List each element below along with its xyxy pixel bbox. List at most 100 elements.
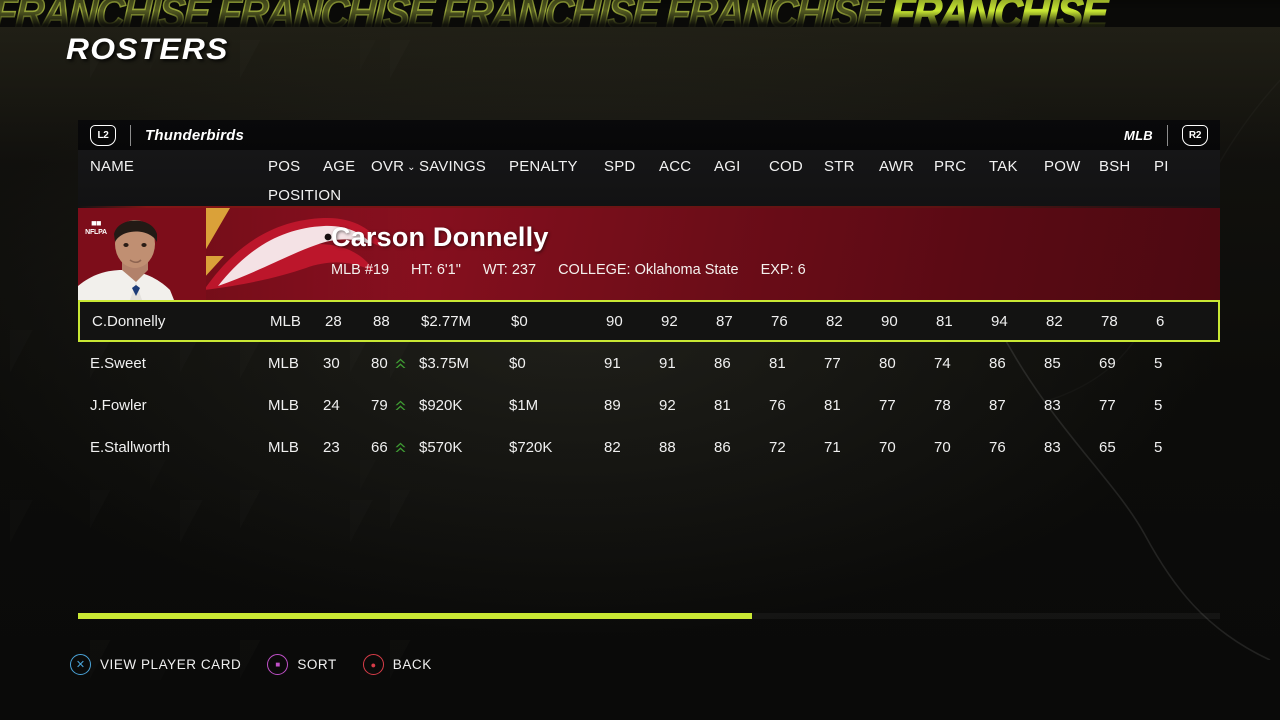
scrollbar-thumb[interactable] [78, 613, 752, 619]
cell-stat-pow: 82 [1046, 312, 1063, 330]
marquee-filled-text: FRANCHISE [889, 0, 1108, 27]
circle-button-icon[interactable]: ● [362, 654, 384, 675]
cell-stat-bsh: 78 [1101, 312, 1118, 330]
cell-stat-agi: 86 [714, 354, 731, 372]
column-header-penalty[interactable]: PENALTY [509, 158, 604, 175]
column-header-pi[interactable]: PI [1154, 158, 1209, 175]
cell-stat-spd: 82 [604, 438, 621, 456]
cell-overall-value: 80 [371, 354, 388, 372]
cell-savings: $2.77M [421, 312, 472, 330]
cell-stat-pi: 6 [1156, 312, 1165, 330]
cell-age: 23 [323, 438, 340, 456]
cell-stat-agi: 87 [716, 312, 733, 330]
cell-stat-pi: 5 [1154, 354, 1163, 372]
column-header-agi[interactable]: AGI [714, 158, 769, 175]
cell-stat-tak: 86 [989, 354, 1006, 372]
column-header-pow[interactable]: POW [1044, 158, 1099, 175]
cell-age: 30 [323, 354, 340, 372]
team-name-label: Thunderbirds [145, 126, 245, 144]
cell-stat-pow: 85 [1044, 354, 1061, 372]
column-header-acc[interactable]: ACC [659, 158, 714, 175]
column-header-bsh[interactable]: BSH [1099, 158, 1154, 175]
trending-up-icon [395, 400, 406, 410]
player-experience: EXP: 6 [760, 262, 806, 278]
cell-stat-str: 81 [824, 396, 841, 414]
legend-label: VIEW PLAYER CARD [100, 657, 242, 672]
roster-rows: C.Donnelly MLB 28 88 $2.77M $0 90 92 87 76 82 90 81 9… [78, 300, 1220, 468]
player-name: Carson Donnelly [331, 222, 549, 252]
cell-penalty: $0 [509, 354, 526, 372]
cell-penalty: $720K [509, 438, 553, 456]
cell-stat-bsh: 65 [1099, 438, 1116, 456]
square-button-icon[interactable]: ■ [267, 654, 289, 675]
cell-player-name: J.Fowler [90, 396, 147, 414]
column-header-name[interactable]: NAME [78, 158, 268, 175]
table-header-secondary-row: POSITION [78, 182, 1220, 208]
marquee-text: FRANCHISE FRANCHISE FRANCHISE FRANCHISE … [0, 0, 1108, 27]
cell-player-name: E.Stallworth [90, 438, 171, 456]
cell-stat-prc: 74 [934, 354, 951, 372]
table-row[interactable]: C.Donnelly MLB 28 88 $2.77M $0 90 92 87 76 82 90 81 9… [78, 300, 1220, 342]
trending-up-icon [395, 358, 406, 368]
tabbar-divider-left [130, 124, 131, 146]
column-header-ovr-label: OVR [371, 157, 405, 175]
cell-stat-agi: 81 [714, 396, 731, 414]
cell-stat-awr: 70 [879, 438, 896, 456]
cell-stat-tak: 87 [989, 396, 1006, 414]
column-header-tak[interactable]: TAK [989, 158, 1044, 175]
cell-stat-awr: 90 [881, 312, 898, 330]
column-header-pos[interactable]: POS [268, 158, 323, 175]
nflpa-badge: ■■ NFLPA [84, 214, 108, 240]
page-title: ROSTERS [66, 33, 229, 66]
column-header-ovr[interactable]: OVR ⌄ [371, 158, 419, 175]
cell-overall: 79 [371, 397, 419, 414]
column-header-savings[interactable]: SAVINGS [419, 158, 509, 175]
overall-value-wrap: 80 [371, 355, 407, 372]
cell-savings: $3.75M [419, 354, 470, 372]
cell-overall: 66 [371, 439, 419, 456]
table-row[interactable]: J.Fowler MLB 24 79 $920K $1M 89 92 81 76 81 77 78 87 8… [78, 384, 1220, 426]
cell-stat-acc: 92 [659, 396, 676, 414]
cell-stat-awr: 80 [879, 354, 896, 372]
column-header-awr[interactable]: AWR [879, 158, 934, 175]
cell-penalty: $0 [511, 312, 528, 330]
l2-button[interactable]: L2 [90, 124, 116, 146]
horizontal-scrollbar[interactable] [78, 613, 1220, 619]
overall-value-wrap: 66 [371, 439, 407, 456]
trending-up-icon [395, 442, 406, 452]
cell-stat-tak: 76 [989, 438, 1006, 456]
cell-savings: $570K [419, 438, 463, 456]
column-header-cod[interactable]: COD [769, 158, 824, 175]
nflpa-mark-icon: ■■ [91, 217, 101, 228]
cell-stat-spd: 89 [604, 396, 621, 414]
cell-overall-value: 88 [373, 312, 390, 330]
cross-button-icon[interactable]: ✕ [70, 654, 91, 675]
column-header-age[interactable]: AGE [323, 158, 371, 175]
cell-overall: 88 [373, 313, 421, 330]
cell-stat-str: 71 [824, 438, 841, 456]
tabbar-divider-right [1167, 124, 1168, 146]
column-header-prc[interactable]: PRC [934, 158, 989, 175]
cell-stat-pi: 5 [1154, 396, 1163, 414]
cell-stat-agi: 86 [714, 438, 731, 456]
player-weight: WT: 237 [482, 262, 537, 278]
nflpa-label: NFLPA [85, 228, 107, 236]
overall-value-wrap: 79 [371, 397, 407, 414]
legend-item[interactable]: ■ SORT [267, 654, 336, 675]
legend-item[interactable]: ✕ VIEW PLAYER CARD [70, 654, 241, 675]
cell-position: MLB [268, 354, 299, 372]
r2-button[interactable]: R2 [1182, 124, 1208, 146]
cell-stat-cod: 81 [769, 354, 786, 372]
column-header-spd[interactable]: SPD [604, 158, 659, 175]
cell-stat-bsh: 69 [1099, 354, 1116, 372]
table-row[interactable]: E.Stallworth MLB 23 66 $570K $720K 82 88 86 72 71 7… [78, 426, 1220, 468]
table-row[interactable]: E.Sweet MLB 30 80 $3.75M $0 91 91 86 81 77 80 74 86 85… [78, 342, 1220, 384]
column-header-str[interactable]: STR [824, 158, 879, 175]
player-portrait: ■■ NFLPA [78, 208, 206, 300]
legend-item[interactable]: ● BACK [362, 654, 432, 675]
cell-stat-pow: 83 [1044, 396, 1061, 414]
cell-stat-tak: 94 [991, 312, 1008, 330]
player-meta-row: MLB #19 HT: 6'1" WT: 237 COLLEGE: Oklaho… [331, 262, 806, 278]
cell-age: 28 [325, 312, 342, 330]
table-row-cells: E.Sweet MLB 30 80 $3.75M $0 91 91 86 81 77 80 74 86 85… [78, 355, 1220, 372]
